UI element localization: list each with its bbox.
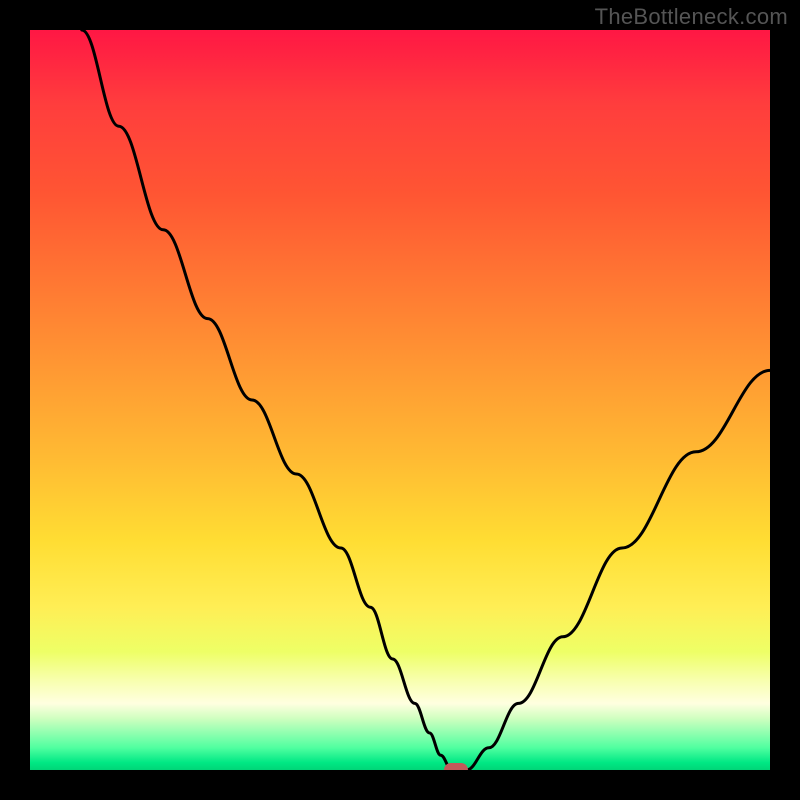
optimum-marker [444, 763, 468, 770]
bottleneck-curve [82, 30, 770, 770]
watermark-text: TheBottleneck.com [595, 4, 788, 30]
chart-curve-svg [30, 30, 770, 770]
chart-plot-area [30, 30, 770, 770]
